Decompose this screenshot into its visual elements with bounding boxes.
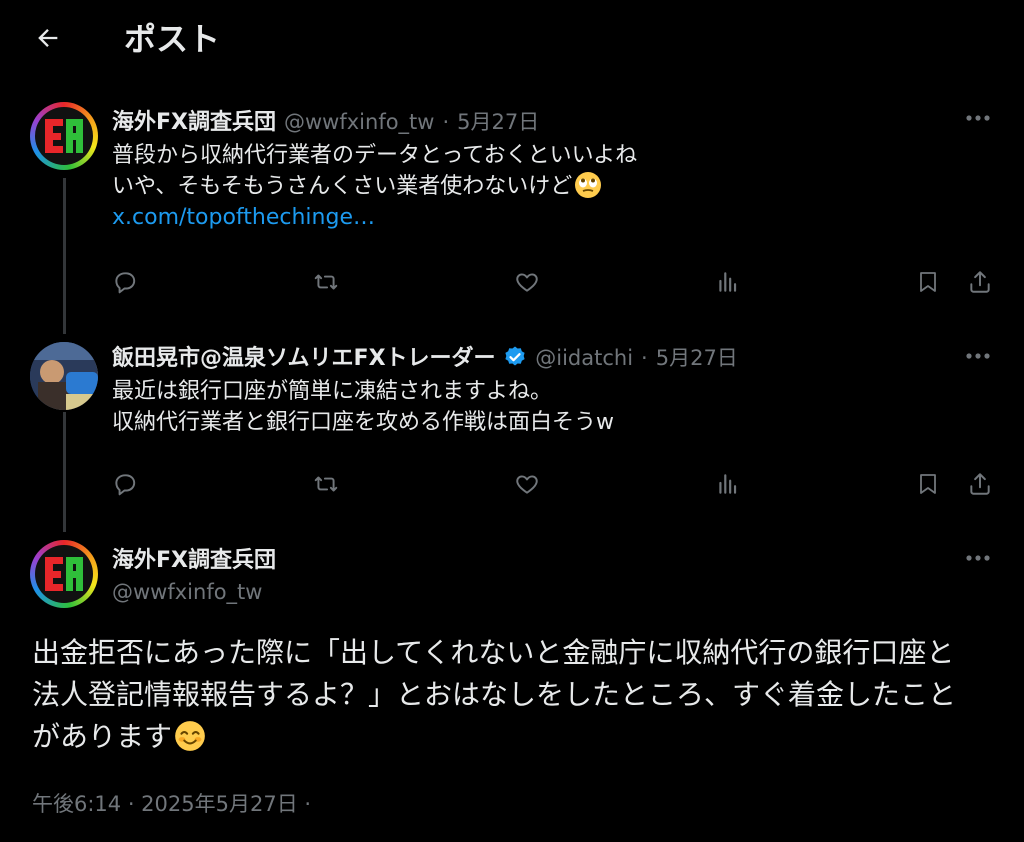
bookmark-icon	[920, 272, 936, 292]
views-icon	[719, 272, 737, 292]
back-button[interactable]	[30, 20, 66, 56]
post-text: 出金拒否にあった際に「出してくれないと金融庁に収納代行の銀行口座と 法人登記情報…	[32, 632, 1002, 758]
display-name[interactable]: 海外FX調査兵団	[112, 104, 276, 136]
like-icon	[516, 273, 538, 292]
handle[interactable]: @wwfxinfo_tw	[112, 580, 262, 604]
reply-icon	[115, 272, 136, 294]
thread-connector	[63, 178, 66, 334]
tweet-date[interactable]: 5月27日	[457, 106, 539, 136]
handle[interactable]: @wwfxinfo_tw	[284, 110, 434, 134]
post-line-with-emoji: があります	[32, 716, 1002, 758]
tweet-line: 最近は銀行口座が簡単に凍結されますよね。	[112, 379, 553, 404]
top-bar: ポスト	[0, 0, 1024, 72]
tweet-line-with-emoji: いや、そもそもうさんくさい業者使わないけど	[112, 171, 637, 202]
like-button[interactable]	[512, 469, 542, 499]
avatar[interactable]	[30, 342, 98, 410]
repost-button[interactable]	[311, 469, 341, 499]
smiling-face-icon	[175, 721, 205, 751]
more-options-button[interactable]	[958, 106, 998, 130]
tweet-link[interactable]: x.com/topofthechinge…	[112, 202, 637, 233]
logo-icon	[35, 545, 93, 603]
tweet-line: 普段から収納代行業者のデータとっておくといいよね	[112, 143, 638, 168]
profile-photo	[30, 342, 98, 410]
repost-icon	[314, 274, 338, 290]
share-button[interactable]	[965, 267, 995, 297]
display-name[interactable]: 飯田晃市@温泉ソムリエFXトレーダー	[112, 340, 527, 372]
tweet-line: 収納代行業者と銀行口座を攻める作戦は面白そうw	[112, 410, 614, 435]
separator: ·	[442, 110, 450, 134]
tweet-date[interactable]: 5月27日	[656, 342, 738, 372]
tweet-text: 普段から収納代行業者のデータとっておくといいよね いや、そもそもうさんくさい業者…	[112, 140, 637, 233]
tweet-header: 海外FX調査兵団 @wwfxinfo_tw · 5月27日	[112, 104, 539, 136]
post-line: があります	[32, 720, 173, 753]
tweet-line: いや、そもそもうさんくさい業者使わないけど	[112, 174, 573, 199]
share-icon	[970, 473, 990, 495]
views-button[interactable]	[713, 267, 743, 297]
more-options-button[interactable]	[958, 546, 998, 570]
more-icon	[966, 555, 990, 561]
more-options-button[interactable]	[958, 344, 998, 368]
tweet-text: 最近は銀行口座が簡単に凍結されますよね。 収納代行業者と銀行口座を攻める作戦は面…	[112, 376, 614, 438]
share-button[interactable]	[965, 469, 995, 499]
arrow-left-icon	[38, 29, 58, 47]
views-button[interactable]	[713, 469, 743, 499]
handle[interactable]: @iidatchi	[535, 346, 633, 370]
like-button[interactable]	[512, 267, 542, 297]
more-icon	[966, 115, 990, 121]
reply-button[interactable]	[110, 469, 140, 499]
post-timestamp[interactable]: 午後6:14 · 2025年5月27日 ·	[32, 788, 311, 818]
logo-icon	[35, 107, 93, 165]
like-icon	[516, 475, 538, 494]
tweet-actions	[110, 469, 1000, 499]
face-with-rolling-eyes-icon	[575, 172, 602, 198]
separator: ·	[641, 346, 648, 370]
tweet-header: 飯田晃市@温泉ソムリエFXトレーダー @iidatchi · 5月27日	[112, 340, 738, 372]
page-title: ポスト	[124, 20, 221, 58]
views-icon	[719, 474, 737, 494]
bookmark-button[interactable]	[913, 469, 943, 499]
avatar[interactable]	[30, 540, 98, 608]
thread-connector	[63, 412, 66, 532]
tweet-actions	[110, 267, 1000, 297]
reply-icon	[115, 474, 136, 496]
avatar[interactable]	[30, 102, 98, 170]
repost-icon	[314, 476, 338, 492]
repost-button[interactable]	[311, 267, 341, 297]
share-icon	[970, 271, 990, 293]
display-name[interactable]: 海外FX調査兵団	[112, 542, 276, 574]
post-line: 法人登記情報報告するよ？」とおはなしをしたところ、すぐ着金したこと	[32, 678, 957, 711]
bookmark-icon	[920, 474, 936, 494]
more-icon	[966, 353, 990, 359]
bookmark-button[interactable]	[913, 267, 943, 297]
verified-badge-icon	[505, 346, 525, 366]
reply-button[interactable]	[110, 267, 140, 297]
post-line: 出金拒否にあった際に「出してくれないと金融庁に収納代行の銀行口座と	[32, 636, 955, 669]
